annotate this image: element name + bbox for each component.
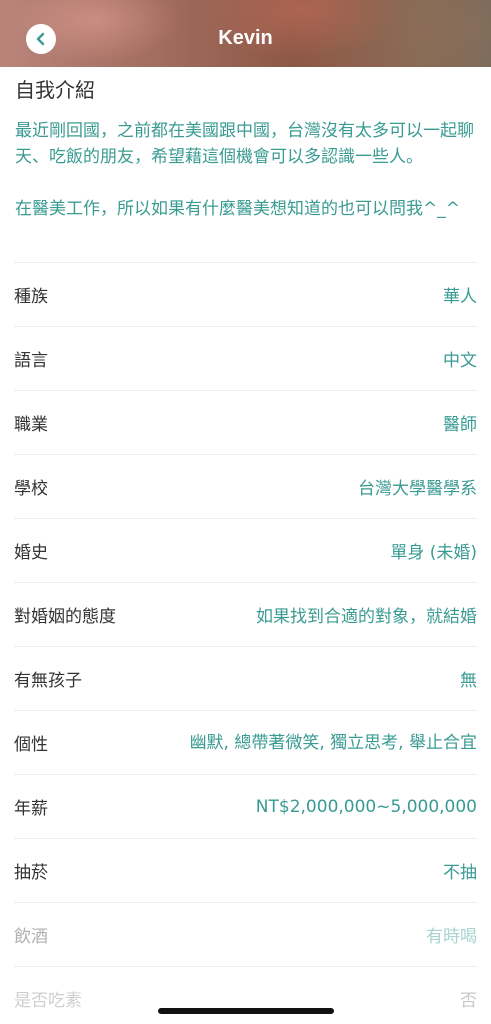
intro-paragraph: 在醫美工作，所以如果有什麼醫美想知道的也可以問我^_^: [15, 199, 460, 219]
home-indicator[interactable]: [158, 1008, 334, 1014]
detail-value: 華人: [443, 287, 477, 307]
detail-label: 語言: [14, 351, 48, 371]
detail-label: 職業: [14, 415, 48, 435]
detail-row-occupation: 職業 醫師: [14, 390, 477, 454]
intro-paragraph: 最近剛回國，之前都在美國跟中國，台灣沒有太多可以一起聊天、吃飯的朋友，希望藉這個…: [15, 121, 474, 167]
profile-name-title: Kevin: [218, 27, 273, 49]
detail-row-language: 語言 中文: [14, 326, 477, 390]
detail-label: 有無孩子: [14, 671, 82, 691]
detail-label: 是否吃素: [14, 991, 82, 1011]
detail-row-vegetarian: 是否吃素 否: [14, 966, 477, 1024]
detail-row-smoking: 抽菸 不抽: [14, 838, 477, 902]
header-banner: Kevin: [0, 0, 491, 67]
profile-screen: Kevin 自我介紹 最近剛回國，之前都在美國跟中國，台灣沒有太多可以一起聊天、…: [0, 0, 491, 1024]
intro-heading: 自我介紹: [15, 78, 95, 102]
detail-label: 對婚姻的態度: [14, 607, 116, 627]
detail-row-school: 學校 台灣大學醫學系: [14, 454, 477, 518]
detail-row-marriage-attitude: 對婚姻的態度 如果找到合適的對象，就結婚: [14, 582, 477, 646]
detail-label: 年薪: [14, 799, 48, 819]
detail-row-personality: 個性 幽默, 總帶著微笑, 獨立思考, 舉止合宜: [14, 710, 477, 774]
detail-row-drinking: 飲酒 有時喝: [14, 902, 477, 966]
detail-row-marital-history: 婚史 單身 (未婚): [14, 518, 477, 582]
detail-label: 學校: [14, 479, 48, 499]
detail-value: 中文: [443, 351, 477, 371]
detail-value: NT$2,000,000~5,000,000: [255, 796, 477, 817]
detail-row-ethnicity: 種族 華人: [14, 262, 477, 326]
detail-value: 否: [460, 991, 477, 1011]
intro-text: 最近剛回國，之前都在美國跟中國，台灣沒有太多可以一起聊天、吃飯的朋友，希望藉這個…: [15, 118, 477, 222]
detail-label: 飲酒: [14, 927, 48, 947]
detail-value: 如果找到合適的對象，就結婚: [256, 607, 477, 627]
detail-value: 有時喝: [426, 927, 477, 947]
detail-row-salary: 年薪 NT$2,000,000~5,000,000: [14, 774, 477, 838]
detail-label: 抽菸: [14, 863, 48, 883]
detail-label: 種族: [14, 287, 48, 307]
detail-value: 幽默, 總帶著微笑, 獨立思考, 舉止合宜: [189, 732, 477, 753]
detail-label: 個性: [14, 735, 48, 755]
detail-value: 單身 (未婚): [390, 543, 477, 563]
detail-value: 無: [460, 671, 477, 691]
profile-details-list: 種族 華人 語言 中文 職業 醫師 學校 台灣大學醫學系 婚史 單身 (未婚) …: [14, 262, 477, 1024]
detail-label: 婚史: [14, 543, 48, 563]
detail-value: 不抽: [443, 863, 477, 883]
detail-value: 醫師: [443, 415, 477, 435]
detail-row-children: 有無孩子 無: [14, 646, 477, 710]
detail-value: 台灣大學醫學系: [358, 479, 477, 499]
